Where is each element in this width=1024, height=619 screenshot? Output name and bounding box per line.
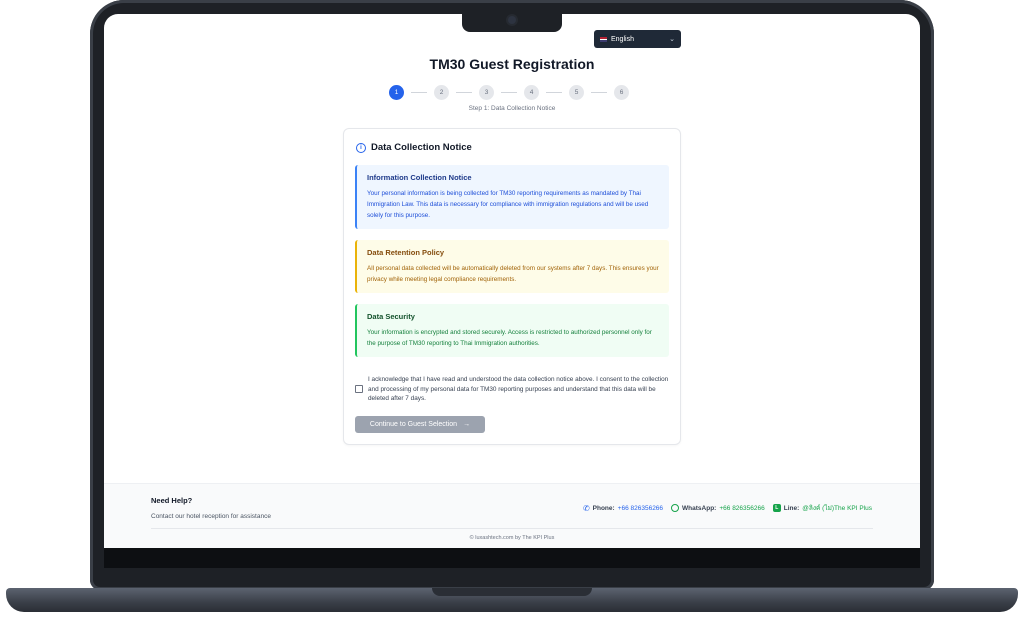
continue-button-label: Continue to Guest Selection	[369, 421, 458, 428]
line-link[interactable]: @ลิงค์ (ไม่)The KPI Plus	[802, 503, 872, 513]
card-title: Data Collection Notice	[371, 142, 472, 153]
footer-divider	[151, 528, 873, 529]
laptop-chin	[104, 548, 920, 568]
card-header: i Data Collection Notice	[356, 142, 472, 153]
acknowledge-text: I acknowledge that I have read and under…	[368, 376, 669, 402]
whatsapp-contact[interactable]: WhatsApp: +66 826356266	[671, 504, 765, 512]
line-contact[interactable]: L Line: @ลิงค์ (ไม่)The KPI Plus	[772, 503, 872, 513]
copyright: © luxashtech.com by The KPI Plus	[469, 535, 555, 541]
contact-list: ✆ Phone: +66 826356266 WhatsApp: +66 826…	[583, 503, 872, 513]
language-label: English	[611, 35, 634, 43]
continue-button[interactable]: Continue to Guest Selection →	[355, 416, 485, 433]
page-title: TM30 Guest Registration	[429, 56, 595, 72]
acknowledge-checkbox[interactable]	[355, 385, 363, 394]
data-collection-card: i Data Collection Notice Information Col…	[343, 128, 681, 445]
step-connector	[591, 91, 607, 93]
chevron-down-icon: ⌄	[669, 36, 675, 43]
step-5: 5	[569, 84, 584, 100]
acknowledge-row[interactable]: I acknowledge that I have read and under…	[355, 375, 671, 404]
line-label: Line:	[783, 504, 800, 512]
step-connector	[501, 91, 517, 93]
laptop-base-notch	[432, 588, 592, 596]
camera-icon	[508, 16, 516, 24]
phone-link[interactable]: +66 826356266	[618, 505, 663, 512]
notice-text: Your information is encrypted and stored…	[367, 329, 652, 347]
data-retention-notice: Data Retention Policy All personal data …	[355, 240, 669, 293]
step-caption: Step 1: Data Collection Notice	[468, 105, 556, 112]
stepper: 1 2 3 4 5 6	[389, 84, 629, 100]
step-3: 3	[479, 84, 494, 100]
help-subtitle: Contact our hotel reception for assistan…	[151, 513, 271, 520]
step-1: 1	[389, 84, 404, 100]
whatsapp-label: WhatsApp:	[682, 504, 717, 512]
laptop-frame: English ⌄ TM30 Guest Registration 1 2 3 …	[0, 0, 1024, 619]
information-collection-notice: Information Collection Notice Your perso…	[355, 165, 669, 229]
notice-title: Information Collection Notice	[367, 173, 472, 182]
info-icon: i	[356, 142, 366, 153]
arrow-right-icon: →	[463, 421, 471, 428]
notice-text: All personal data collected will be auto…	[367, 265, 659, 283]
whatsapp-icon	[671, 504, 680, 512]
help-title: Need Help?	[151, 496, 193, 505]
phone-label: Phone:	[592, 504, 615, 512]
step-connector	[411, 91, 427, 93]
notice-text: Your personal information is being colle…	[367, 190, 649, 219]
whatsapp-link[interactable]: +66 826356266	[719, 505, 764, 512]
notice-title: Data Retention Policy	[367, 248, 445, 257]
phone-contact[interactable]: ✆ Phone: +66 826356266	[583, 504, 663, 513]
step-6: 6	[614, 84, 629, 100]
screen: English ⌄ TM30 Guest Registration 1 2 3 …	[104, 14, 920, 548]
notice-title: Data Security	[367, 312, 415, 321]
language-select[interactable]: English ⌄	[594, 30, 681, 48]
step-2: 2	[434, 84, 449, 100]
us-flag-icon	[600, 36, 607, 42]
data-security-notice: Data Security Your information is encryp…	[355, 304, 669, 357]
step-connector	[456, 91, 472, 93]
step-4: 4	[524, 84, 539, 100]
line-icon: L	[772, 504, 781, 512]
step-connector	[546, 91, 562, 93]
phone-icon: ✆	[582, 503, 590, 513]
footer: Need Help? Contact our hotel reception f…	[104, 483, 920, 548]
